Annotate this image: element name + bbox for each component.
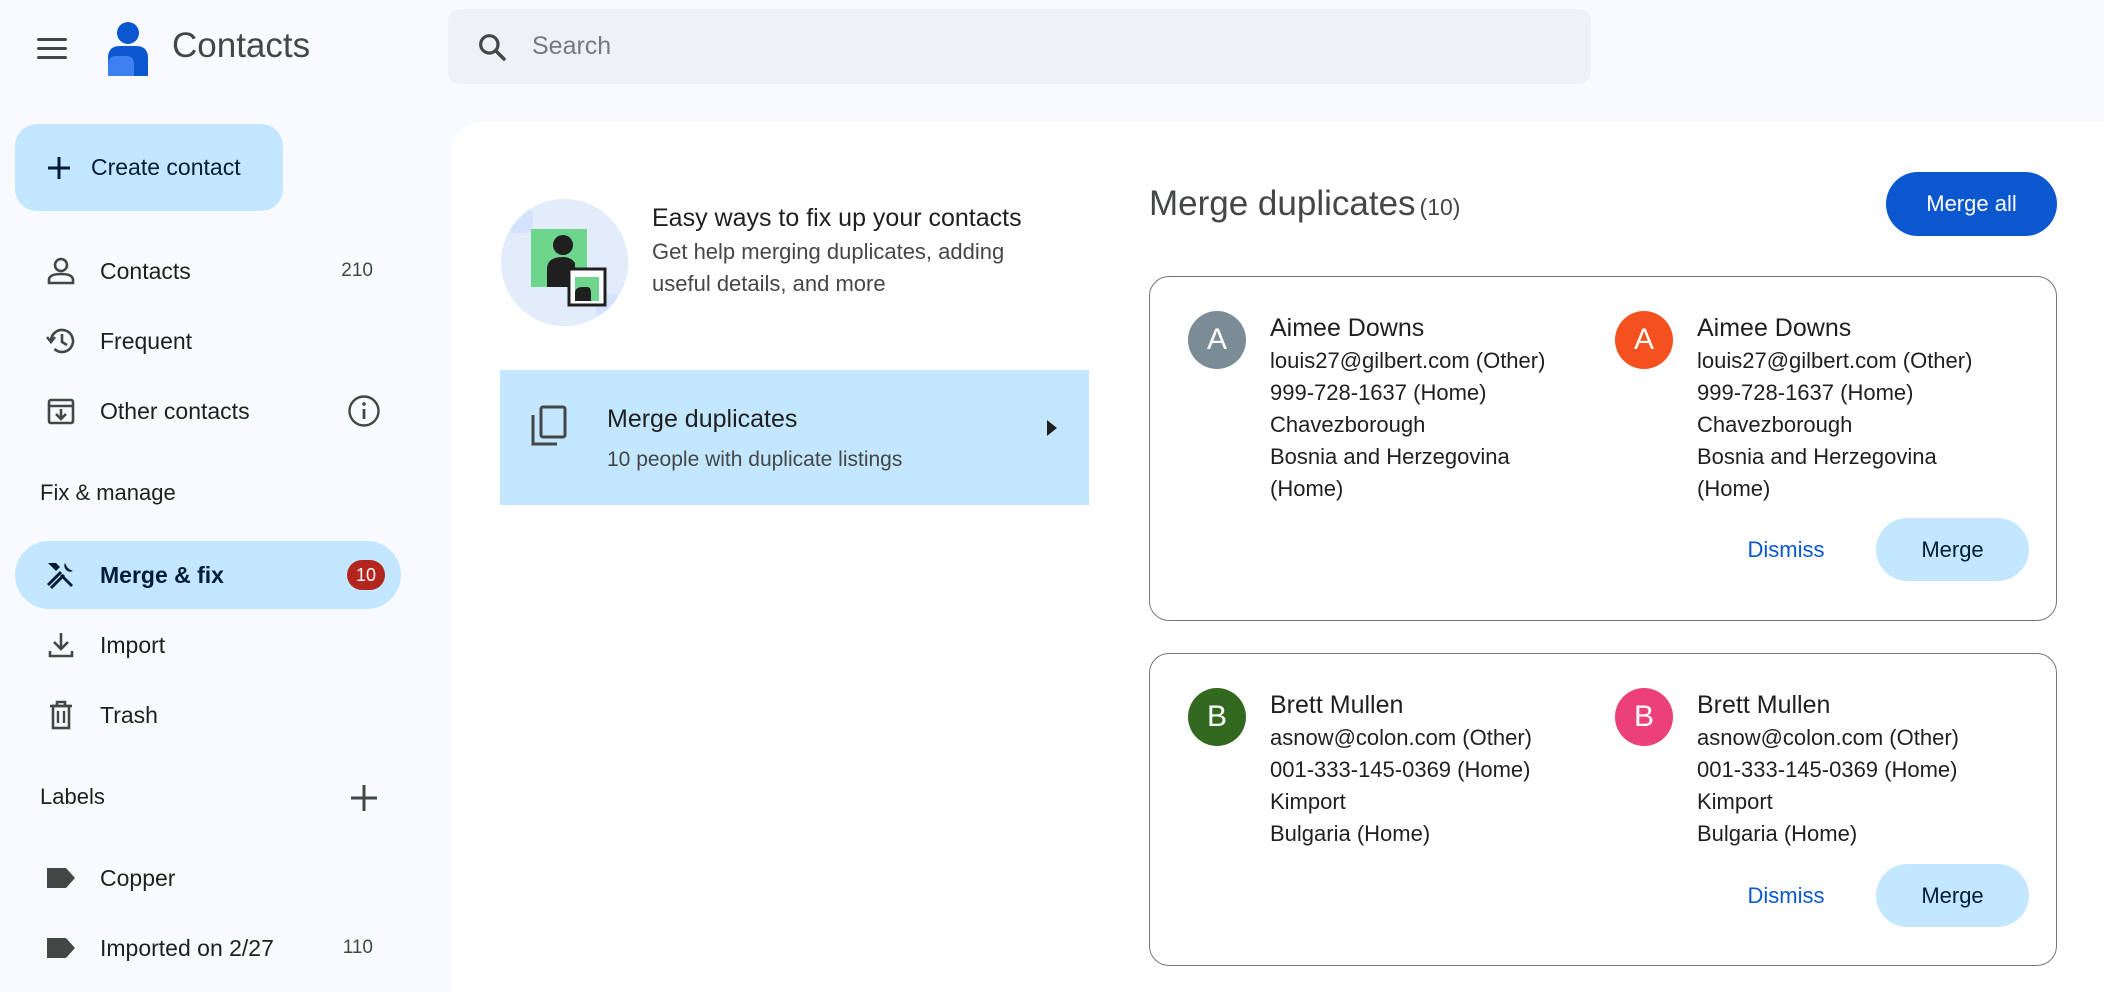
- label-icon: [47, 868, 75, 888]
- duplicate-card: B Brett Mullen asnow@colon.com (Other) 0…: [1149, 653, 2057, 966]
- fix-up-title: Easy ways to fix up your contacts: [652, 204, 1022, 232]
- contact-details: Brett Mullen asnow@colon.com (Other) 001…: [1697, 688, 1997, 850]
- trash-icon: [50, 700, 72, 730]
- duplicate-card: A Aimee Downs louis27@gilbert.com (Other…: [1149, 276, 2057, 621]
- contact-city: Chavezborough: [1270, 412, 1426, 437]
- sidebar-item-label: Imported on 2/27: [100, 934, 274, 961]
- contact-country: Bosnia and Herzegovina: [1270, 444, 1510, 469]
- contact-details: Aimee Downs louis27@gilbert.com (Other) …: [1270, 311, 1570, 505]
- contact-phone: 001-333-145-0369 (Home): [1270, 757, 1531, 782]
- contacts-logo-icon: [108, 22, 148, 76]
- merge-duplicates-title: Merge duplicates: [1149, 184, 1416, 223]
- contact-name: Aimee Downs: [1270, 314, 1425, 342]
- avatar: A: [1615, 311, 1673, 369]
- contact-name: Aimee Downs: [1697, 314, 1852, 342]
- dismiss-button[interactable]: Dismiss: [1731, 520, 1841, 580]
- contact-country-type: (Home): [1270, 476, 1344, 501]
- avatar: B: [1615, 688, 1673, 746]
- sidebar-label-imported[interactable]: Imported on 2/27 110: [15, 914, 401, 982]
- plus-icon: [48, 156, 70, 179]
- contact-email: louis27@gilbert.com (Other): [1697, 348, 1973, 373]
- merge-button[interactable]: Merge: [1876, 518, 2029, 581]
- copy-icon: [531, 405, 567, 446]
- add-label-icon[interactable]: [346, 780, 382, 816]
- search-input[interactable]: [532, 32, 1432, 61]
- fix-up-illustration-icon: [501, 199, 628, 326]
- download-icon: [48, 633, 74, 658]
- contact-details: Aimee Downs louis27@gilbert.com (Other) …: [1697, 311, 1997, 505]
- sidebar-item-import[interactable]: Import: [15, 611, 401, 679]
- main-menu-icon[interactable]: [32, 28, 72, 68]
- sidebar-item-label: Frequent: [100, 327, 193, 354]
- create-contact-label: Create contact: [91, 154, 241, 180]
- sidebar-item-label: Trash: [100, 701, 158, 728]
- contact-email: asnow@colon.com (Other): [1697, 725, 1959, 750]
- contact-city: Kimport: [1697, 789, 1773, 814]
- sidebar-item-trash[interactable]: Trash: [15, 681, 401, 749]
- sidebar-item-other-contacts[interactable]: Other contacts: [15, 377, 401, 445]
- tools-icon: [46, 563, 73, 590]
- avatar: B: [1188, 688, 1246, 746]
- merge-duplicates-nav-title: Merge duplicates: [607, 405, 798, 433]
- merge-duplicates-heading: Merge duplicates (10): [1149, 184, 1460, 224]
- contact-email: louis27@gilbert.com (Other): [1270, 348, 1546, 373]
- sidebar-item-label: Copper: [100, 864, 176, 891]
- sidebar-item-frequent[interactable]: Frequent: [15, 307, 401, 375]
- info-icon[interactable]: [346, 393, 382, 429]
- contact-city: Kimport: [1270, 789, 1346, 814]
- app-title: Contacts: [172, 26, 311, 65]
- merge-duplicates-nav-subtitle: 10 people with duplicate listings: [607, 448, 903, 471]
- sidebar-item-contacts[interactable]: Contacts 210: [15, 237, 401, 305]
- contacts-count: 210: [341, 260, 373, 281]
- label-count: 110: [342, 937, 373, 958]
- sidebar-label-copper[interactable]: Copper: [15, 844, 401, 912]
- merge-count-badge: 10: [347, 560, 385, 590]
- merge-button[interactable]: Merge: [1876, 864, 2029, 927]
- contact-name: Brett Mullen: [1270, 691, 1404, 719]
- sidebar-item-label: Contacts: [100, 257, 191, 284]
- contact-email: asnow@colon.com (Other): [1270, 725, 1532, 750]
- contact-country-type: (Home): [1697, 476, 1771, 501]
- contact-phone: 999-728-1637 (Home): [1270, 380, 1487, 405]
- merge-all-button[interactable]: Merge all: [1886, 172, 2057, 236]
- search-icon[interactable]: [476, 31, 508, 63]
- history-icon: [45, 328, 75, 354]
- sidebar-item-label: Other contacts: [100, 397, 250, 424]
- label-icon: [47, 938, 75, 958]
- person-icon: [47, 257, 75, 285]
- sidebar-item-merge-fix[interactable]: Merge & fix 10: [15, 541, 401, 609]
- merge-duplicates-card[interactable]: Merge duplicates 10 people with duplicat…: [500, 370, 1089, 505]
- contact-name: Brett Mullen: [1697, 691, 1831, 719]
- contact-city: Chavezborough: [1697, 412, 1853, 437]
- merge-duplicates-count: (10): [1419, 194, 1461, 220]
- fix-up-subtitle: Get help merging duplicates, adding usef…: [652, 239, 1005, 296]
- contact-details: Brett Mullen asnow@colon.com (Other) 001…: [1270, 688, 1570, 850]
- sidebar-item-label: Merge & fix: [100, 561, 224, 588]
- chevron-right-icon: [1047, 420, 1057, 436]
- avatar: A: [1188, 311, 1246, 369]
- search-bar[interactable]: [448, 9, 1591, 84]
- contact-country: Bulgaria (Home): [1270, 821, 1431, 846]
- fix-manage-header: Fix & manage: [40, 480, 176, 505]
- contact-country: Bosnia and Herzegovina: [1697, 444, 1937, 469]
- top-bar: Contacts: [0, 0, 2104, 96]
- dismiss-button[interactable]: Dismiss: [1731, 866, 1841, 926]
- contact-phone: 001-333-145-0369 (Home): [1697, 757, 1958, 782]
- archive-download-icon: [47, 398, 75, 425]
- main-panel: Easy ways to fix up your contacts Get he…: [451, 122, 2104, 992]
- contact-country: Bulgaria (Home): [1697, 821, 1858, 846]
- create-contact-button[interactable]: Create contact: [15, 124, 283, 211]
- contact-phone: 999-728-1637 (Home): [1697, 380, 1914, 405]
- labels-header: Labels: [40, 784, 105, 809]
- sidebar-item-label: Import: [100, 631, 166, 658]
